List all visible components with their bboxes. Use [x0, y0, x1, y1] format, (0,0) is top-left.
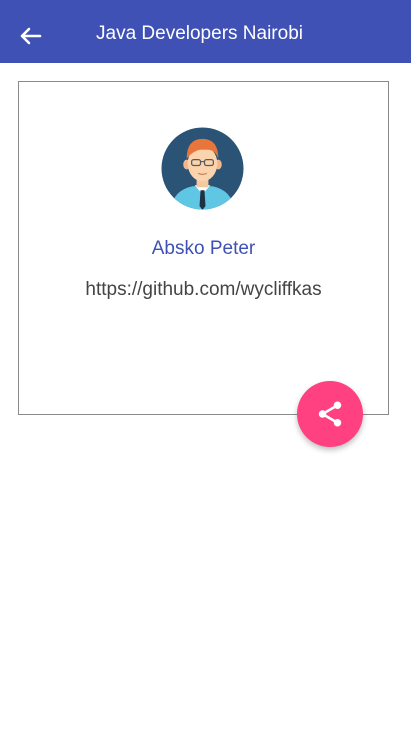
developer-avatar-icon: [161, 127, 244, 210]
app-bar: Java Developers Nairobi: [0, 0, 411, 63]
developer-card: Absko Peter https://github.com/wycliffka…: [18, 81, 389, 415]
developer-github-url[interactable]: https://github.com/wycliffkas: [19, 278, 388, 302]
back-button[interactable]: [14, 19, 48, 53]
arrow-left-icon: [20, 27, 42, 45]
developer-name: Absko Peter: [151, 238, 256, 259]
page-title: Java Developers Nairobi: [96, 23, 303, 44]
share-icon: [318, 401, 342, 427]
share-button[interactable]: [297, 381, 363, 447]
